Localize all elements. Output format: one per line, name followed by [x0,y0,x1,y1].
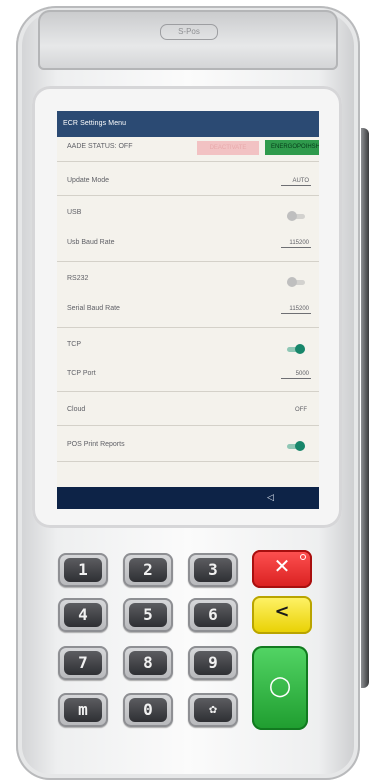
serial-baud-label: Serial Baud Rate [67,305,120,312]
update-mode-value[interactable]: AUTO [281,178,311,186]
printer-compartment [38,10,338,70]
usb-toggle[interactable] [287,211,305,221]
tcp-label: TCP [67,341,81,348]
cloud-label: Cloud [67,406,86,413]
key-4[interactable]: 4 [58,598,108,632]
enter-circle-icon: ○ [268,671,292,701]
back-icon[interactable]: ◁ [267,492,274,503]
title-bar: ECR Settings Menu [57,111,319,137]
key-0[interactable]: 0 [123,693,173,727]
key-9[interactable]: 9 [188,646,238,680]
clear-arrow-icon: < [274,601,290,622]
device-side-edge [361,128,369,688]
key-1[interactable]: 1 [58,553,108,587]
update-mode-label: Update Mode [67,177,110,184]
key-2[interactable]: 2 [123,553,173,587]
page-title: ECR Settings Menu [63,120,127,127]
navigation-bar: ◁ [57,487,319,509]
key-7[interactable]: 7 [58,646,108,680]
brand-logo: S-Pos [160,24,218,40]
activate-button[interactable]: ENERGOPOIHSH [265,140,319,155]
aade-status-row: AADE STATUS: OFF DEACTIVATE ENERGOPOIHSH [57,137,319,162]
tcp-port-value[interactable]: 5000 [281,371,311,379]
clear-key[interactable]: < [252,596,312,634]
cloud-row[interactable]: Cloud OFF [57,391,319,426]
cancel-icon: ✕ [273,554,291,578]
device-screen: ECR Settings Menu AADE STATUS: OFF DEACT… [57,111,319,509]
update-mode-row[interactable]: Update Mode AUTO [57,161,319,196]
key-6[interactable]: 6 [188,598,238,632]
power-dot-icon [300,554,306,560]
usb-group: USB Usb Baud Rate 115200 [57,195,319,262]
usb-baud-label: Usb Baud Rate [67,239,115,246]
pos-print-reports-label: POS Print Reports [67,441,125,448]
serial-baud-value[interactable]: 115200 [281,306,311,314]
usb-baud-value[interactable]: 115200 [281,240,311,248]
rs232-group: RS232 Serial Baud Rate 115200 [57,261,319,328]
pos-print-reports-row: POS Print Reports [57,425,319,462]
rs232-label: RS232 [67,275,89,282]
settings-icon: ✿ [194,698,232,722]
tcp-group: TCP TCP Port 5000 [57,327,319,392]
key-5[interactable]: 5 [123,598,173,632]
pos-print-reports-toggle[interactable] [287,441,305,451]
rs232-toggle[interactable] [287,277,305,287]
aade-status-label: AADE STATUS: OFF [67,143,133,150]
cancel-key[interactable]: ✕ [252,550,312,588]
key-3[interactable]: 3 [188,553,238,587]
deactivate-button[interactable]: DEACTIVATE [197,141,259,155]
cloud-value: OFF [295,407,307,413]
menu-key[interactable]: m [58,693,108,727]
key-8[interactable]: 8 [123,646,173,680]
function-key[interactable]: ✿ [188,693,238,727]
tcp-toggle[interactable] [287,344,305,354]
tcp-port-label: TCP Port [67,370,96,377]
enter-key[interactable]: ○ [252,646,308,730]
usb-label: USB [67,209,82,216]
